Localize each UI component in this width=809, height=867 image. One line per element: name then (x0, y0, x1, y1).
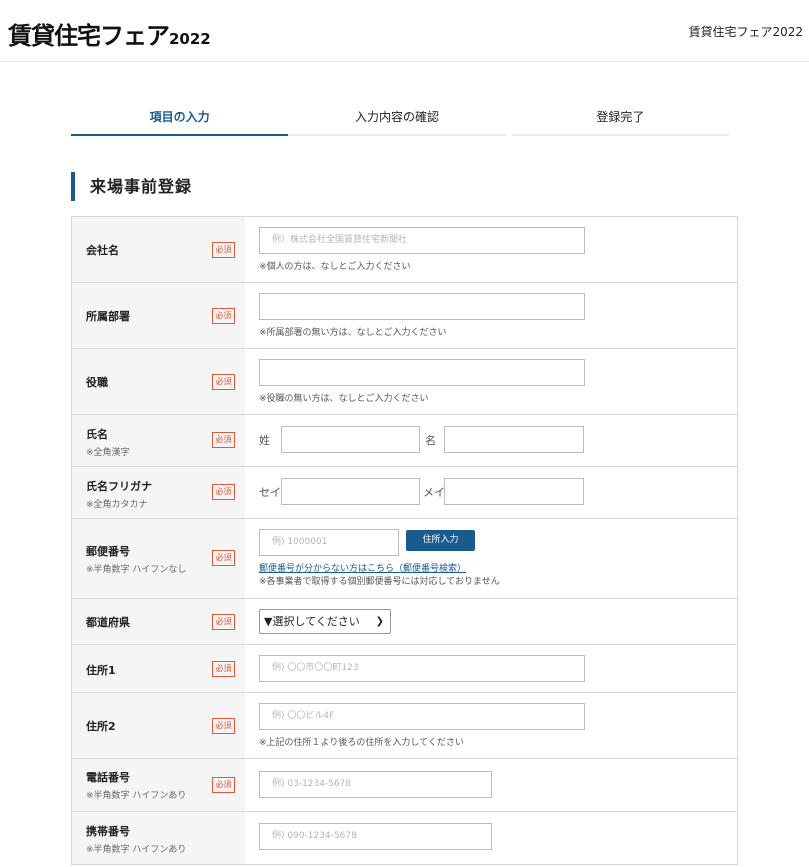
department-input[interactable] (259, 293, 585, 320)
first-name-input[interactable] (444, 426, 584, 453)
progress-steps: 項目の入力 入力内容の確認 登録完了 (71, 100, 729, 136)
company-label: 会社名 (86, 244, 119, 257)
mobile-input[interactable]: 例) 090-1234-5678 (259, 823, 492, 850)
step-confirm: 入力内容の確認 (288, 100, 506, 136)
postal-sub-label: ※半角数字 ハイフンなし (86, 565, 187, 575)
first-name-tag: 名 (425, 434, 436, 447)
form-row-department: 所属部署 必須 ※所属部署の無い方は、なしとご入力ください (72, 283, 737, 349)
header-event-name: 賃貸住宅フェア2022 (688, 25, 803, 39)
last-name-input[interactable] (281, 426, 420, 453)
prefecture-selected-value: ▼選択してください (264, 615, 360, 628)
mei-input[interactable] (444, 478, 584, 505)
label-cell: 住所2 必須 (72, 693, 245, 758)
department-note: ※所属部署の無い方は、なしとご入力ください (259, 328, 447, 338)
postal-note: ※各事業者で取得する個別郵便番号には対応しておりません (259, 577, 500, 587)
form-row-furigana: 氏名フリガナ ※全角カタカナ 必須 セイ メイ (72, 467, 737, 519)
postal-search-link[interactable]: 郵便番号が分からない方はこちら（郵便番号検索） (259, 561, 466, 574)
field-cell: セイ メイ (245, 467, 737, 518)
form-row-phone: 電話番号 ※半角数字 ハイフンあり 必須 例) 03-1234-5678 (72, 759, 737, 812)
company-note: ※個人の方は、なしとご入力ください (259, 262, 411, 272)
field-cell: 例) 〇〇ビル4F ※上記の住所１より後ろの住所を入力してください (245, 693, 737, 758)
mei-tag: メイ (423, 486, 445, 499)
step-complete: 登録完了 (511, 100, 729, 136)
last-name-tag: 姓 (259, 434, 270, 447)
postal-code-input[interactable]: 例) 1000001 (259, 529, 399, 556)
form-row-address2: 住所2 必須 例) 〇〇ビル4F ※上記の住所１より後ろの住所を入力してください (72, 693, 737, 759)
name-label: 氏名 (86, 428, 108, 441)
registration-form: 会社名 必須 例）株式会社全国賃貸住宅新聞社 ※個人の方は、なしとご入力ください… (71, 216, 738, 865)
address-lookup-button[interactable]: 住所入力 (406, 530, 475, 551)
label-cell: 氏名 ※全角漢字 必須 (72, 415, 245, 466)
form-row-name: 氏名 ※全角漢字 必須 姓 名 (72, 415, 737, 467)
address2-input[interactable]: 例) 〇〇ビル4F (259, 703, 585, 730)
field-cell: ▼選択してください ❯ (245, 599, 737, 644)
logo-text: 賃貸住宅フェア (8, 22, 170, 50)
required-badge: 必須 (212, 614, 235, 630)
address2-note: ※上記の住所１より後ろの住所を入力してください (259, 738, 464, 748)
page-title: 来場事前登録 (71, 172, 192, 201)
sei-tag: セイ (259, 486, 281, 499)
required-badge: 必須 (212, 484, 235, 500)
phone-label: 電話番号 (86, 771, 130, 784)
form-row-postal: 郵便番号 ※半角数字 ハイフンなし 必須 例) 1000001 住所入力 郵便番… (72, 519, 737, 599)
field-cell: 例) 1000001 住所入力 郵便番号が分からない方はこちら（郵便番号検索） … (245, 519, 737, 598)
phone-sub-label: ※半角数字 ハイフンあり (86, 791, 187, 801)
field-cell: 例）株式会社全国賃貸住宅新聞社 ※個人の方は、なしとご入力ください (245, 217, 737, 282)
sei-input[interactable] (281, 478, 420, 505)
form-row-company: 会社名 必須 例）株式会社全国賃貸住宅新聞社 ※個人の方は、なしとご入力ください (72, 217, 737, 283)
form-row-prefecture: 都道府県 必須 ▼選択してください ❯ (72, 599, 737, 645)
field-cell: ※役職の無い方は、なしとご入力ください (245, 349, 737, 414)
required-badge: 必須 (212, 661, 235, 677)
position-note: ※役職の無い方は、なしとご入力ください (259, 394, 429, 404)
required-badge: 必須 (212, 432, 235, 448)
field-cell: ※所属部署の無い方は、なしとご入力ください (245, 283, 737, 348)
form-row-mobile: 携帯番号 ※半角数字 ハイフンあり 例) 090-1234-5678 (72, 812, 737, 865)
label-cell: 役職 必須 (72, 349, 245, 414)
site-logo[interactable]: 賃貸住宅フェア2022 (8, 16, 211, 51)
prefecture-label: 都道府県 (86, 616, 130, 629)
department-label: 所属部署 (86, 310, 130, 323)
field-cell: 姓 名 (245, 415, 737, 466)
mobile-sub-label: ※半角数字 ハイフンあり (86, 845, 187, 855)
prefecture-select[interactable]: ▼選択してください ❯ (259, 609, 391, 634)
phone-input[interactable]: 例) 03-1234-5678 (259, 771, 492, 798)
mobile-label: 携帯番号 (86, 825, 130, 838)
required-badge: 必須 (212, 242, 235, 258)
label-cell: 郵便番号 ※半角数字 ハイフンなし 必須 (72, 519, 245, 598)
chevron-down-icon: ❯ (375, 616, 384, 627)
label-cell: 氏名フリガナ ※全角カタカナ 必須 (72, 467, 245, 518)
label-cell: 所属部署 必須 (72, 283, 245, 348)
field-cell: 例) 〇〇市〇〇町123 (245, 645, 737, 692)
form-row-position: 役職 必須 ※役職の無い方は、なしとご入力ください (72, 349, 737, 415)
site-header: 賃貸住宅フェア2022 賃貸住宅フェア2022 (0, 0, 809, 62)
logo-year: 2022 (169, 30, 211, 48)
address2-label: 住所2 (86, 720, 116, 733)
furigana-label: 氏名フリガナ (86, 480, 152, 493)
label-cell: 電話番号 ※半角数字 ハイフンあり 必須 (72, 759, 245, 811)
furigana-sub-label: ※全角カタカナ (86, 500, 148, 510)
form-row-address1: 住所1 必須 例) 〇〇市〇〇町123 (72, 645, 737, 693)
required-badge: 必須 (212, 374, 235, 390)
required-badge: 必須 (212, 777, 235, 793)
required-badge: 必須 (212, 550, 235, 566)
company-input[interactable]: 例）株式会社全国賃貸住宅新聞社 (259, 227, 585, 254)
position-input[interactable] (259, 359, 585, 386)
postal-label: 郵便番号 (86, 545, 130, 558)
field-cell: 例) 03-1234-5678 (245, 759, 737, 811)
label-cell: 携帯番号 ※半角数字 ハイフンあり (72, 812, 245, 864)
label-cell: 会社名 必須 (72, 217, 245, 282)
name-sub-label: ※全角漢字 (86, 448, 130, 458)
address1-label: 住所1 (86, 664, 116, 677)
step-input: 項目の入力 (71, 100, 289, 136)
address1-input[interactable]: 例) 〇〇市〇〇町123 (259, 655, 585, 682)
label-cell: 住所1 必須 (72, 645, 245, 692)
required-badge: 必須 (212, 308, 235, 324)
label-cell: 都道府県 必須 (72, 599, 245, 644)
required-badge: 必須 (212, 718, 235, 734)
position-label: 役職 (86, 376, 108, 389)
field-cell: 例) 090-1234-5678 (245, 812, 737, 864)
